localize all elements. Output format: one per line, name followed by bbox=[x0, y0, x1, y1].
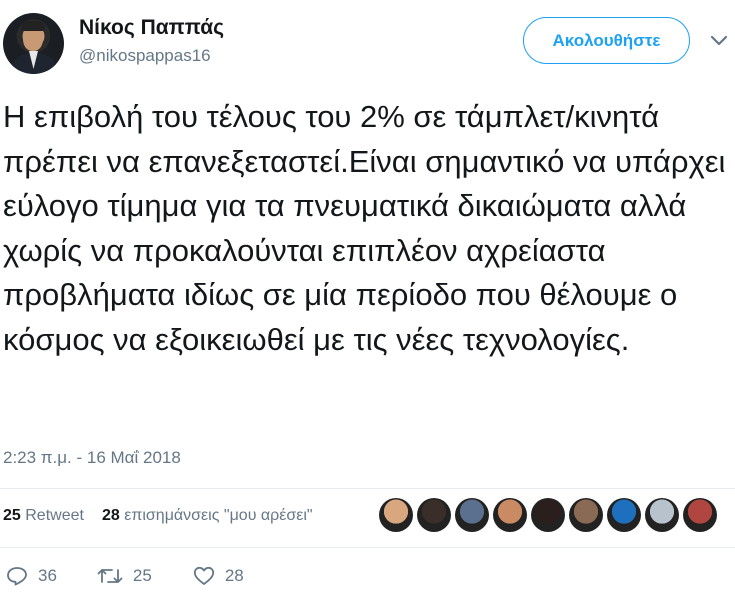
likes-stat[interactable]: 28 επισημάνσεις "μου αρέσει" bbox=[102, 507, 313, 525]
liker-avatar[interactable] bbox=[683, 498, 717, 532]
retweets-label: Retweet bbox=[25, 507, 84, 524]
chevron-down-icon[interactable] bbox=[708, 32, 730, 50]
retweets-count: 25 bbox=[3, 507, 21, 524]
liker-avatars bbox=[379, 498, 717, 532]
reply-count: 36 bbox=[38, 566, 57, 585]
tweet-actions: 36 25 28 bbox=[6, 566, 244, 586]
author-handle[interactable]: @nikospappas16 bbox=[79, 46, 211, 66]
liker-avatar[interactable] bbox=[645, 498, 679, 532]
like-count: 28 bbox=[224, 566, 244, 585]
divider bbox=[0, 547, 735, 548]
reply-button[interactable]: 36 bbox=[6, 566, 57, 586]
retweet-button[interactable]: 25 bbox=[97, 566, 152, 586]
reply-icon bbox=[7, 567, 27, 586]
retweet-icon bbox=[97, 569, 123, 583]
avatar[interactable] bbox=[3, 13, 64, 74]
liker-avatar[interactable] bbox=[417, 498, 451, 532]
tweet-text: Η επιβολή του τέλους του 2% σε τάμπλετ/κ… bbox=[3, 99, 726, 357]
like-button[interactable]: 28 bbox=[193, 566, 244, 586]
follow-button[interactable]: Ακολουθήστε bbox=[523, 17, 690, 64]
tweet-timestamp[interactable]: 2:23 π.μ. - 16 Μαΐ 2018 bbox=[3, 448, 181, 468]
engagement-stats: 25 Retweet 28 επισημάνσεις "μου αρέσει" bbox=[3, 507, 313, 525]
liker-avatar[interactable] bbox=[379, 498, 413, 532]
liker-avatar[interactable] bbox=[607, 498, 641, 532]
liker-avatar[interactable] bbox=[493, 498, 527, 532]
liker-avatar[interactable] bbox=[455, 498, 489, 532]
liker-avatar[interactable] bbox=[531, 498, 565, 532]
retweets-stat[interactable]: 25 Retweet bbox=[3, 507, 84, 525]
likes-label: επισημάνσεις "μου αρέσει" bbox=[124, 507, 313, 524]
likes-count: 28 bbox=[101, 507, 120, 524]
liker-avatar[interactable] bbox=[569, 498, 603, 532]
author-name[interactable]: Νίκος Παππάς bbox=[79, 16, 224, 40]
heart-icon bbox=[193, 566, 214, 585]
retweet-count: 25 bbox=[132, 566, 152, 585]
divider bbox=[0, 488, 735, 489]
